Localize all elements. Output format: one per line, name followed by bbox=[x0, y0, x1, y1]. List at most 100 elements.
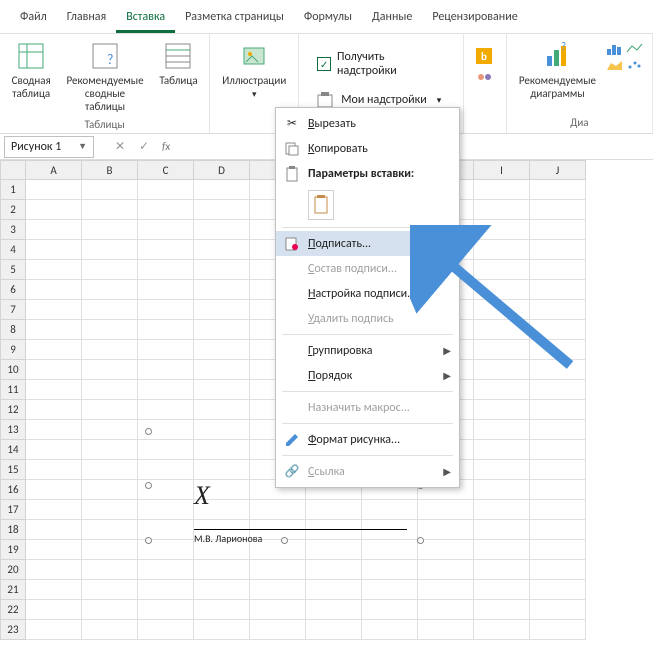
cell[interactable] bbox=[194, 280, 250, 300]
cell[interactable] bbox=[26, 360, 82, 380]
cell[interactable] bbox=[194, 220, 250, 240]
cm-sign[interactable]: Подписать... bbox=[276, 231, 459, 256]
cell[interactable] bbox=[474, 280, 530, 300]
cell[interactable] bbox=[26, 280, 82, 300]
cell[interactable] bbox=[194, 620, 250, 640]
cell[interactable] bbox=[418, 620, 474, 640]
cancel-formula-button[interactable]: ✕ bbox=[108, 136, 132, 158]
cell[interactable] bbox=[474, 400, 530, 420]
cell[interactable] bbox=[194, 260, 250, 280]
cell[interactable] bbox=[474, 560, 530, 580]
cell[interactable] bbox=[82, 440, 138, 460]
row-header[interactable]: 21 bbox=[0, 580, 26, 600]
resize-handle[interactable] bbox=[417, 537, 424, 544]
cell[interactable] bbox=[138, 380, 194, 400]
cell[interactable] bbox=[138, 620, 194, 640]
pivot-table-button[interactable]: Сводная таблица bbox=[8, 38, 54, 102]
cell[interactable] bbox=[26, 200, 82, 220]
cell[interactable] bbox=[82, 600, 138, 620]
cell[interactable] bbox=[194, 600, 250, 620]
table-button[interactable]: Таблица bbox=[156, 38, 202, 89]
col-header[interactable]: I bbox=[474, 160, 530, 180]
col-header[interactable]: A bbox=[26, 160, 82, 180]
cell[interactable] bbox=[194, 320, 250, 340]
cell[interactable] bbox=[138, 400, 194, 420]
cell[interactable] bbox=[82, 180, 138, 200]
cell[interactable] bbox=[530, 520, 586, 540]
cell[interactable] bbox=[474, 420, 530, 440]
cell[interactable] bbox=[250, 600, 306, 620]
cell[interactable] bbox=[82, 400, 138, 420]
cell[interactable] bbox=[194, 180, 250, 200]
cell[interactable] bbox=[138, 180, 194, 200]
row-header[interactable]: 2 bbox=[0, 200, 26, 220]
cell[interactable] bbox=[474, 340, 530, 360]
cell[interactable] bbox=[418, 580, 474, 600]
cell[interactable] bbox=[26, 300, 82, 320]
cell[interactable] bbox=[306, 580, 362, 600]
cell[interactable] bbox=[474, 380, 530, 400]
cell[interactable] bbox=[82, 300, 138, 320]
col-header[interactable]: C bbox=[138, 160, 194, 180]
cell[interactable] bbox=[138, 300, 194, 320]
row-header[interactable]: 17 bbox=[0, 500, 26, 520]
cell[interactable] bbox=[138, 220, 194, 240]
cell[interactable] bbox=[362, 580, 418, 600]
cell[interactable] bbox=[530, 580, 586, 600]
illustrations-button[interactable]: Иллюстрации▾ bbox=[218, 38, 290, 103]
cell[interactable] bbox=[138, 240, 194, 260]
cell[interactable] bbox=[138, 280, 194, 300]
cell[interactable] bbox=[474, 260, 530, 280]
cell[interactable] bbox=[26, 480, 82, 500]
cell[interactable] bbox=[82, 320, 138, 340]
row-header[interactable]: 20 bbox=[0, 560, 26, 580]
cell[interactable] bbox=[306, 600, 362, 620]
row-header[interactable]: 23 bbox=[0, 620, 26, 640]
row-header[interactable]: 15 bbox=[0, 460, 26, 480]
col-header[interactable]: D bbox=[194, 160, 250, 180]
cell[interactable] bbox=[250, 620, 306, 640]
cell[interactable] bbox=[138, 320, 194, 340]
line-chart-icon[interactable] bbox=[626, 42, 644, 56]
row-header[interactable]: 9 bbox=[0, 340, 26, 360]
cell[interactable] bbox=[26, 540, 82, 560]
cell[interactable] bbox=[138, 560, 194, 580]
row-header[interactable]: 5 bbox=[0, 260, 26, 280]
name-box[interactable]: Рисунок 1 ▼ bbox=[4, 136, 94, 158]
cell[interactable] bbox=[474, 320, 530, 340]
cell[interactable] bbox=[474, 360, 530, 380]
cell[interactable] bbox=[474, 460, 530, 480]
tab-pagelayout[interactable]: Разметка страницы bbox=[175, 4, 294, 33]
cell[interactable] bbox=[530, 320, 586, 340]
tab-data[interactable]: Данные bbox=[362, 4, 422, 33]
cell[interactable] bbox=[26, 240, 82, 260]
cm-copy[interactable]: Копировать bbox=[276, 136, 459, 161]
cell[interactable] bbox=[82, 620, 138, 640]
cm-format-picture[interactable]: Формат рисунка... bbox=[276, 427, 459, 452]
bing-maps-icon[interactable]: b bbox=[476, 48, 492, 64]
cell[interactable] bbox=[306, 560, 362, 580]
signature-line-object[interactable]: X М.В. Ларионова bbox=[193, 480, 408, 538]
cell[interactable] bbox=[138, 260, 194, 280]
cell[interactable] bbox=[138, 360, 194, 380]
cell[interactable] bbox=[26, 500, 82, 520]
cell[interactable] bbox=[26, 220, 82, 240]
resize-handle[interactable] bbox=[145, 537, 152, 544]
cell[interactable] bbox=[418, 540, 474, 560]
cell[interactable] bbox=[26, 460, 82, 480]
cell[interactable] bbox=[26, 380, 82, 400]
cell[interactable] bbox=[82, 360, 138, 380]
cell[interactable] bbox=[530, 200, 586, 220]
cell[interactable] bbox=[530, 560, 586, 580]
cell[interactable] bbox=[26, 180, 82, 200]
cell[interactable] bbox=[82, 420, 138, 440]
row-header[interactable]: 11 bbox=[0, 380, 26, 400]
row-header[interactable]: 7 bbox=[0, 300, 26, 320]
row-header[interactable]: 10 bbox=[0, 360, 26, 380]
cell[interactable] bbox=[82, 200, 138, 220]
cell[interactable] bbox=[26, 580, 82, 600]
cell[interactable] bbox=[194, 240, 250, 260]
cell[interactable] bbox=[474, 240, 530, 260]
row-header[interactable]: 18 bbox=[0, 520, 26, 540]
select-all-corner[interactable] bbox=[0, 160, 26, 180]
